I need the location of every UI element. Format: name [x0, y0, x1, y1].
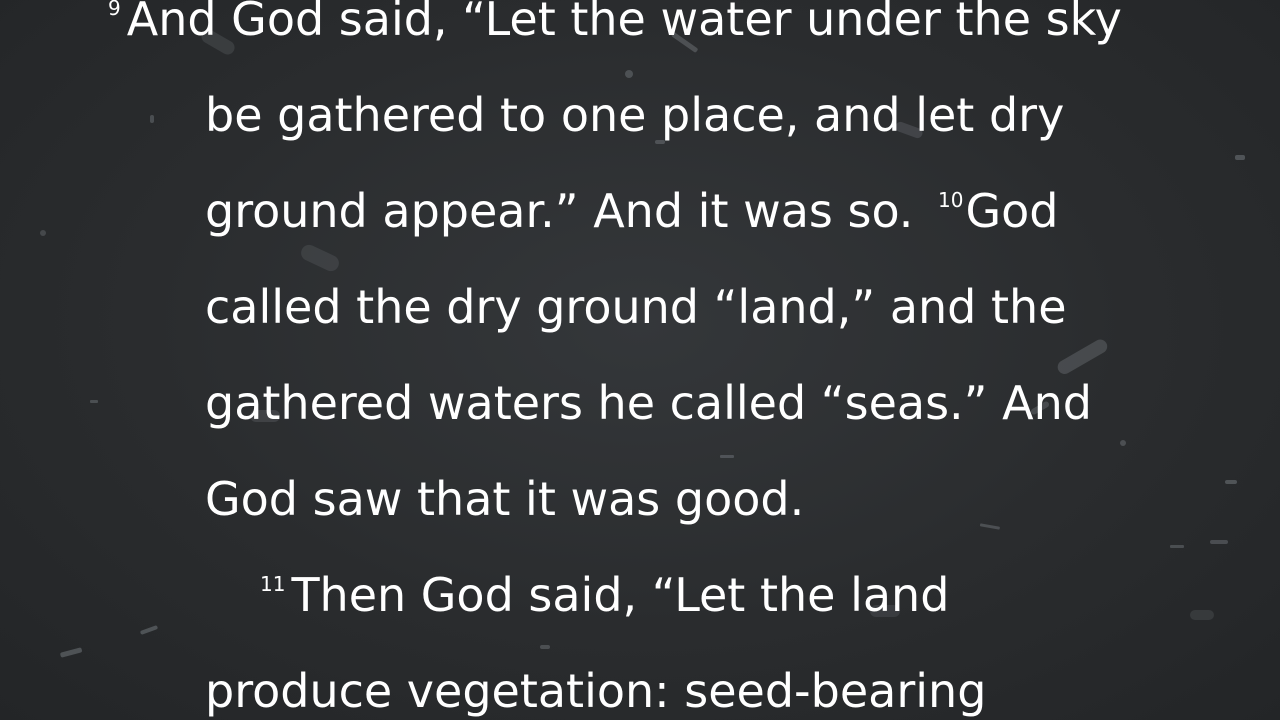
scripture-video-frame: 9 And God said, “Let the water under the …: [0, 0, 1280, 720]
scripture-line-3: ground appear.” And it was so. 10God: [205, 163, 1059, 259]
scripture-text: God saw that it was good.: [205, 472, 805, 526]
verse-number: 10: [938, 188, 964, 212]
particle: [1120, 440, 1126, 446]
particle: [1210, 540, 1228, 544]
scripture-text: produce vegetation: seed-bearing: [205, 664, 987, 718]
scripture-text: called the dry ground “land,” and the: [205, 280, 1067, 334]
verse-number: 9: [108, 0, 121, 20]
scripture-line-1: 9 And God said, “Let the water under the …: [108, 0, 1122, 67]
particle: [60, 647, 82, 658]
scripture-text: be gathered to one place, and let dry: [205, 88, 1065, 142]
particle: [140, 625, 158, 635]
particle: [150, 115, 154, 123]
particle: [1225, 480, 1237, 484]
particle: [1170, 545, 1184, 548]
particle: [979, 523, 1000, 530]
particle: [40, 230, 46, 236]
scripture-line-2: be gathered to one place, and let dry: [205, 67, 1064, 163]
scripture-line-6: God saw that it was good.: [205, 451, 804, 547]
scripture-line-8: produce vegetation: seed-bearing: [205, 643, 986, 720]
verse-number: 11: [260, 572, 286, 596]
scripture-line-7: 11 Then God said, “Let the land: [260, 547, 949, 643]
scripture-text: gathered waters he called “seas.” And: [205, 376, 1092, 430]
particle: [1235, 155, 1245, 160]
scripture-text: And God said, “Let the water under the s…: [126, 0, 1122, 46]
scripture-text: God: [965, 184, 1059, 238]
scripture-text: ground appear.” And it was so.: [205, 184, 914, 238]
particle: [1190, 610, 1214, 620]
particle: [90, 400, 98, 403]
scripture-line-5: gathered waters he called “seas.” And: [205, 355, 1092, 451]
scripture-line-4: called the dry ground “land,” and the: [205, 259, 1067, 355]
scripture-text: Then God said, “Let the land: [291, 568, 950, 622]
